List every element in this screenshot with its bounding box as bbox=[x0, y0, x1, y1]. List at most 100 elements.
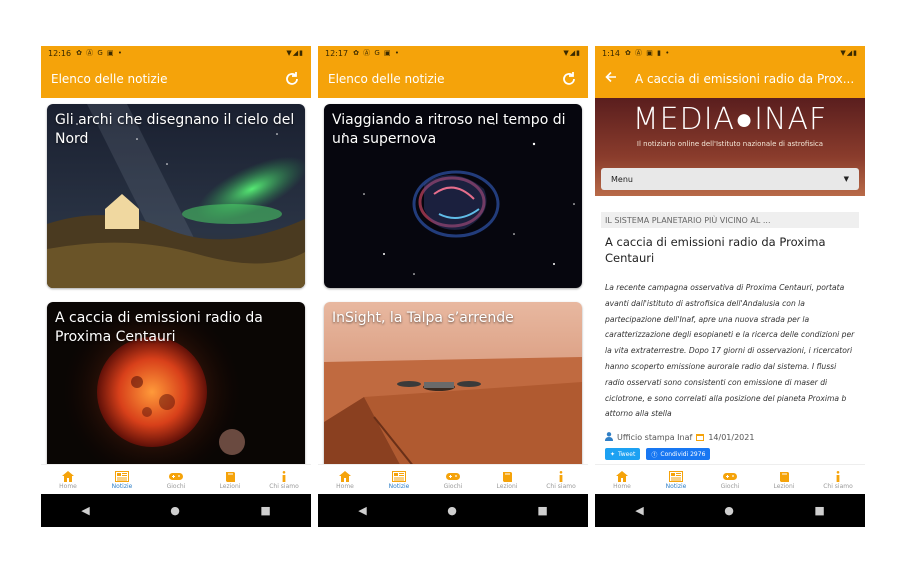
newspaper-icon bbox=[392, 470, 406, 483]
user-icon bbox=[605, 432, 613, 443]
book-icon bbox=[779, 470, 790, 483]
app-bar: Elenco delle notizie bbox=[41, 60, 311, 98]
home-nav-icon[interactable]: ● bbox=[170, 504, 180, 517]
article-date: 14/01/2021 bbox=[708, 433, 755, 442]
news-card-title: Gli archi che disegnano il cielo del Nor… bbox=[55, 112, 295, 147]
nav-giochi-label: Giochi bbox=[166, 483, 186, 490]
book-icon bbox=[502, 470, 513, 483]
app-bar: A caccia di emissioni radio da Prox... bbox=[595, 60, 865, 98]
news-card-title: Viaggiando a ritroso nel tempo di una su… bbox=[332, 112, 566, 147]
menu-dropdown[interactable]: Menu ▼ bbox=[601, 168, 859, 190]
menu-dropdown-label: Menu bbox=[611, 174, 633, 184]
nav-giochi[interactable]: Giochi bbox=[426, 465, 480, 495]
media-inaf-logo: MEDIA●INAF bbox=[632, 102, 828, 137]
status-bar: 1:14 ✿ Ⓐ ▣ ▮ • ▼◢▮ bbox=[595, 46, 865, 60]
nav-lezioni[interactable]: Lezioni bbox=[480, 465, 534, 495]
home-icon bbox=[62, 470, 74, 483]
nav-giochi-label: Giochi bbox=[443, 483, 463, 490]
system-navigation: ◀ ● ■ bbox=[318, 494, 588, 527]
home-nav-icon[interactable]: ● bbox=[724, 504, 734, 517]
back-nav-icon[interactable]: ◀ bbox=[358, 504, 366, 517]
breadcrumb[interactable]: IL SISTEMA PLANETARIO PIÙ VICINO AL ... bbox=[601, 212, 859, 228]
facebook-icon: ⓕ bbox=[651, 451, 658, 459]
nav-notizie-label: Notizie bbox=[665, 483, 687, 490]
refresh-icon[interactable] bbox=[283, 70, 301, 88]
nav-home[interactable]: Home bbox=[318, 465, 372, 495]
signal-battery-icons: ▼◢▮ bbox=[286, 49, 304, 57]
share-buttons: ✦ Tweet ⓕ Condividi 2976 bbox=[605, 448, 711, 460]
info-icon bbox=[835, 470, 841, 483]
back-nav-icon[interactable]: ◀ bbox=[81, 504, 89, 517]
news-card[interactable]: Gli archi che disegnano il cielo del Nor… bbox=[47, 104, 305, 288]
nav-lezioni[interactable]: Lezioni bbox=[203, 465, 257, 495]
article-author[interactable]: Ufficio stampa Inaf bbox=[617, 433, 692, 442]
nav-giochi-label: Giochi bbox=[720, 483, 740, 490]
status-bar: 12:16 ✿ Ⓐ G ▣ • ▼◢▮ bbox=[41, 46, 311, 60]
app-bar-title: Elenco delle notizie bbox=[328, 72, 445, 86]
home-nav-icon[interactable]: ● bbox=[447, 504, 457, 517]
status-icons: ✿ Ⓐ ▣ ▮ • bbox=[624, 49, 671, 57]
bottom-navigation: Home Notizie Giochi Lezioni Chi siamo bbox=[595, 464, 865, 495]
nav-giochi[interactable]: Giochi bbox=[149, 465, 203, 495]
phone-screen-2: 12:17 ✿ Ⓐ G ▣ • ▼◢▮ Elenco delle notizie… bbox=[318, 46, 588, 527]
nav-chi-siamo[interactable]: Chi siamo bbox=[257, 465, 311, 495]
nav-home[interactable]: Home bbox=[41, 465, 95, 495]
news-list: Viaggiando a ritroso nel tempo di una su… bbox=[318, 98, 588, 464]
phone-screen-1: 12:16 ✿ Ⓐ G ▣ • ▼◢▮ Elenco delle notizie bbox=[41, 46, 311, 527]
nav-notizie[interactable]: Notizie bbox=[372, 465, 426, 495]
recents-nav-icon[interactable]: ■ bbox=[814, 504, 824, 517]
home-icon bbox=[616, 470, 628, 483]
status-icons: ✿ Ⓐ G ▣ • bbox=[353, 49, 400, 57]
article-title: A caccia di emissioni radio da Proxima C… bbox=[605, 235, 826, 265]
nav-lezioni[interactable]: Lezioni bbox=[757, 465, 811, 495]
info-icon bbox=[281, 470, 287, 483]
twitter-icon: ✦ bbox=[610, 450, 616, 458]
caret-down-icon: ▼ bbox=[843, 175, 849, 183]
bottom-navigation: Home Notizie Giochi Lezioni Chi siamo bbox=[41, 464, 311, 495]
recents-nav-icon[interactable]: ■ bbox=[260, 504, 270, 517]
app-bar-title: A caccia di emissioni radio da Prox... bbox=[635, 72, 855, 86]
recents-nav-icon[interactable]: ■ bbox=[537, 504, 547, 517]
status-time: 12:16 bbox=[48, 48, 72, 58]
signal-battery-icons: ▼◢▮ bbox=[563, 49, 581, 57]
nav-home-label: Home bbox=[59, 483, 77, 490]
nav-home-label: Home bbox=[613, 483, 631, 490]
home-icon bbox=[339, 470, 351, 483]
status-bar: 12:17 ✿ Ⓐ G ▣ • ▼◢▮ bbox=[318, 46, 588, 60]
facebook-share-button[interactable]: ⓕ Condividi 2976 bbox=[646, 448, 711, 460]
news-card[interactable]: InSight, la Talpa s’arrende bbox=[324, 302, 582, 464]
share-label: Condividi 2976 bbox=[660, 450, 706, 458]
nav-giochi[interactable]: Giochi bbox=[703, 465, 757, 495]
news-list: Gli archi che disegnano il cielo del Nor… bbox=[41, 98, 311, 464]
phone-screen-3: 1:14 ✿ Ⓐ ▣ ▮ • ▼◢▮ A caccia di emissioni… bbox=[595, 46, 865, 527]
news-card[interactable]: A caccia di emissioni radio da Proxima C… bbox=[47, 302, 305, 464]
book-icon bbox=[225, 470, 236, 483]
system-navigation: ◀ ● ■ bbox=[595, 494, 865, 527]
back-arrow-icon[interactable] bbox=[605, 71, 621, 87]
gamepad-icon bbox=[723, 470, 737, 483]
nav-chi-siamo[interactable]: Chi siamo bbox=[811, 465, 865, 495]
media-inaf-banner: MEDIA●INAF Il notiziario online dell'Ist… bbox=[595, 98, 865, 196]
refresh-icon[interactable] bbox=[560, 70, 578, 88]
nav-home[interactable]: Home bbox=[595, 465, 649, 495]
news-card[interactable]: Viaggiando a ritroso nel tempo di una su… bbox=[324, 104, 582, 288]
nav-notizie-label: Notizie bbox=[388, 483, 410, 490]
system-navigation: ◀ ● ■ bbox=[41, 494, 311, 527]
info-icon bbox=[558, 470, 564, 483]
article-view: MEDIA●INAF Il notiziario online dell'Ist… bbox=[595, 98, 865, 464]
nav-lezioni-label: Lezioni bbox=[219, 483, 241, 490]
nav-notizie-label: Notizie bbox=[111, 483, 133, 490]
status-time: 12:17 bbox=[325, 48, 349, 58]
nav-chi-siamo[interactable]: Chi siamo bbox=[534, 465, 588, 495]
status-icons: ✿ Ⓐ G ▣ • bbox=[76, 49, 123, 57]
nav-home-label: Home bbox=[336, 483, 354, 490]
nav-notizie[interactable]: Notizie bbox=[95, 465, 149, 495]
newspaper-icon bbox=[669, 470, 683, 483]
tweet-label: Tweet bbox=[618, 450, 636, 458]
gamepad-icon bbox=[446, 470, 460, 483]
tweet-button[interactable]: ✦ Tweet bbox=[605, 448, 641, 460]
nav-notizie[interactable]: Notizie bbox=[649, 465, 703, 495]
back-nav-icon[interactable]: ◀ bbox=[635, 504, 643, 517]
article-meta: Ufficio stampa Inaf 14/01/2021 bbox=[605, 432, 857, 443]
news-card-title: A caccia di emissioni radio da Proxima C… bbox=[55, 310, 263, 345]
